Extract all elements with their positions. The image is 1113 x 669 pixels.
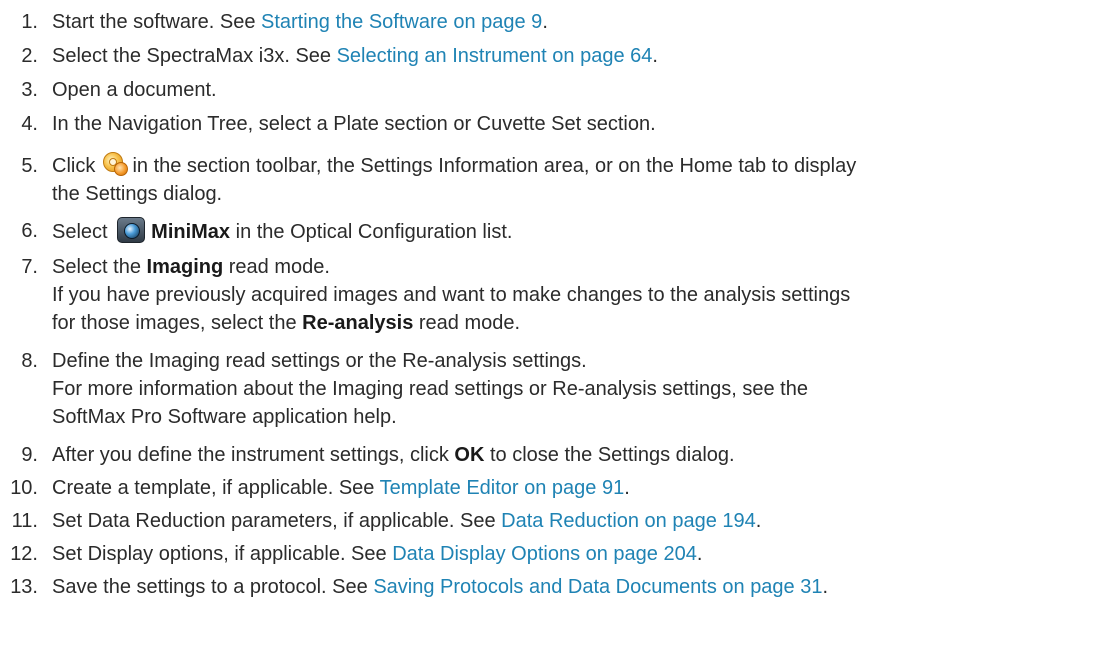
step-text: Set Data Reduction parameters, if applic…: [52, 510, 502, 532]
procedure-steps: 1. Start the software. See Starting the …: [0, 0, 1113, 606]
step-3: 3. Open a document.: [0, 76, 1102, 110]
step-number: 13.: [10, 576, 38, 598]
step-2: 2. Select the SpectraMax i3x. See Select…: [0, 42, 1102, 76]
step-number: 3.: [21, 79, 38, 101]
step-8: 8. Define the Imaging read settings or t…: [0, 347, 1102, 441]
step-9: 9. After you define the instrument setti…: [0, 441, 1102, 474]
step-number: 10.: [10, 477, 38, 499]
step-text: Click: [52, 155, 101, 177]
step-text-continued: the Settings dialog.: [52, 183, 223, 205]
step-number: 6.: [21, 220, 38, 242]
step-text: in the section toolbar, the Settings Inf…: [126, 155, 857, 177]
step-text: Set Display options, if applicable. See: [52, 543, 393, 565]
punctuation: .: [652, 45, 658, 67]
punctuation: .: [624, 477, 630, 499]
minimax-camera-icon[interactable]: [117, 217, 146, 243]
step-10: 10. Create a template, if applicable. Se…: [0, 474, 1102, 507]
step-4: 4. In the Navigation Tree, select a Plat…: [0, 110, 1102, 148]
link-saving-protocols[interactable]: Saving Protocols and Data Documents on p…: [373, 576, 822, 598]
step-text: Open a document.: [52, 79, 217, 101]
step-6: 6. Select MiniMax in the Optical Configu…: [0, 215, 1102, 253]
step-number: 2.: [21, 45, 38, 67]
link-template-editor[interactable]: Template Editor on page 91: [380, 477, 625, 499]
link-selecting-instrument[interactable]: Selecting an Instrument on page 64: [337, 45, 653, 67]
step-text: Start the software. See: [52, 11, 261, 33]
step-note: SoftMax Pro Software application help.: [52, 406, 397, 428]
step-text: Create a template, if applicable. See: [52, 477, 380, 499]
step-number: 8.: [21, 350, 38, 372]
step-7: 7. Select the Imaging read mode. If you …: [0, 253, 1102, 347]
step-11: 11. Set Data Reduction parameters, if ap…: [0, 507, 1102, 540]
step-number: 12.: [10, 543, 38, 565]
step-number: 9.: [21, 444, 38, 466]
step-text: in the Optical Configuration list.: [230, 221, 513, 243]
read-mode-reanalysis: Re-analysis: [302, 312, 414, 334]
step-text: Select the: [52, 256, 147, 278]
step-number: 11.: [11, 510, 38, 532]
step-text: read mode.: [223, 256, 330, 278]
link-data-display-options[interactable]: Data Display Options on page 204: [392, 543, 697, 565]
step-note: for those images, select the: [52, 312, 303, 334]
step-note: If you have previously acquired images a…: [52, 284, 851, 306]
ok-label: OK: [454, 444, 485, 466]
step-5: 5. Click in the section toolbar, the Set…: [0, 148, 1102, 215]
step-note: read mode.: [413, 312, 521, 334]
step-13: 13. Save the settings to a protocol. See…: [0, 573, 1102, 606]
step-text: In the Navigation Tree, select a Plate s…: [52, 113, 656, 135]
step-12: 12. Set Display options, if applicable. …: [0, 540, 1102, 573]
step-number: 5.: [21, 155, 38, 177]
link-starting-software[interactable]: Starting the Software on page 9: [261, 11, 542, 33]
read-mode-imaging: Imaging: [146, 256, 224, 278]
step-text: Define the Imaging read settings or the …: [52, 350, 587, 372]
step-1: 1. Start the software. See Starting the …: [0, 8, 1102, 42]
step-number: 4.: [21, 113, 38, 135]
step-text: After you define the instrument settings…: [52, 444, 455, 466]
settings-gear-icon[interactable]: [101, 152, 128, 176]
optical-config-name: MiniMax: [151, 221, 231, 243]
step-text: to close the Settings dialog.: [484, 444, 735, 466]
step-text: Save the settings to a protocol. See: [52, 576, 374, 598]
link-data-reduction[interactable]: Data Reduction on page 194: [501, 510, 756, 532]
punctuation: .: [755, 510, 762, 532]
step-number: 7.: [21, 256, 38, 278]
step-text: Select: [52, 221, 114, 243]
punctuation: .: [542, 11, 548, 33]
step-text: Select the SpectraMax i3x. See: [52, 45, 337, 67]
punctuation: .: [696, 543, 703, 565]
punctuation: .: [822, 576, 829, 598]
step-number: 1.: [21, 11, 38, 33]
step-note: For more information about the Imaging r…: [52, 378, 808, 400]
